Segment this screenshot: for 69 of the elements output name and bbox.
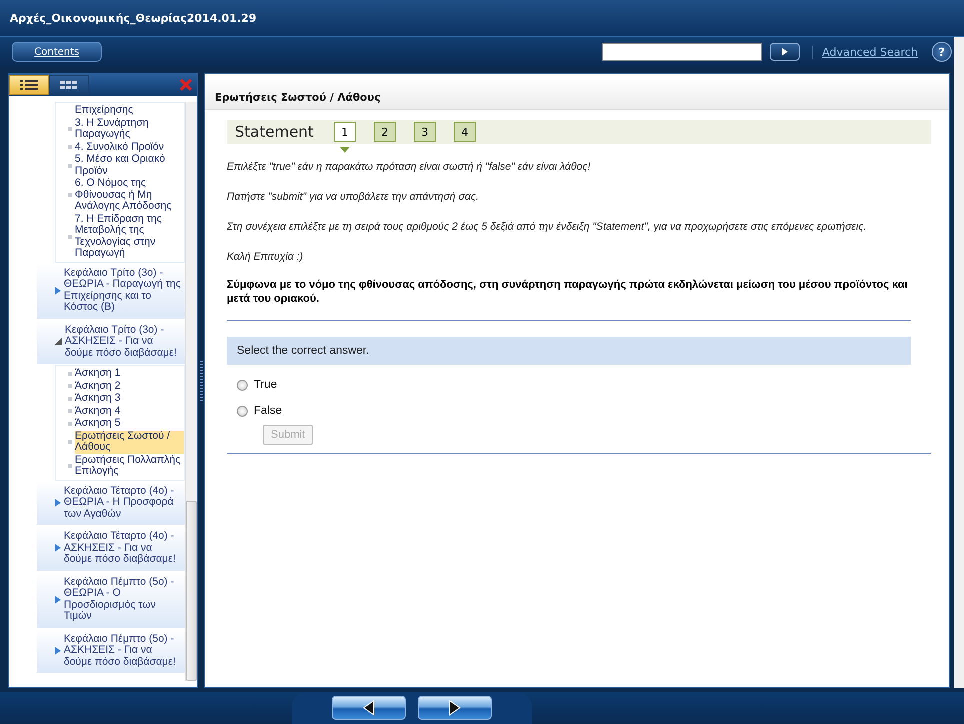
statement-tab[interactable]: 4	[454, 122, 476, 142]
topic-item[interactable]: Άσκηση 1	[75, 368, 184, 380]
scrollbar-thumb[interactable]	[186, 501, 197, 681]
splitter-grip[interactable]	[200, 360, 202, 400]
window-scrollbar[interactable]	[954, 37, 964, 688]
topic-item[interactable]: 3. Η Συνάρτηση Παραγωγής	[75, 118, 184, 140]
scrollbar[interactable]	[185, 102, 197, 681]
statement-tab[interactable]: 3	[414, 122, 436, 142]
topic-item[interactable]: Ερωτήσεις Σωστού / Λάθους	[75, 430, 184, 454]
topic-item[interactable]: Άσκηση 2	[75, 380, 184, 392]
contents-button[interactable]: Contents	[12, 42, 102, 62]
bullet-icon	[68, 234, 72, 238]
grid-icon	[60, 81, 78, 89]
chapter-label: Κεφάλαιο Πέμπτο (5ο) - ΑΣΚΗΣΕΙΣ - Για να δούμε πόσο διαβάσαμε!	[64, 634, 177, 668]
radio-button[interactable]	[237, 380, 248, 390]
bullet-icon	[68, 193, 72, 198]
list-icon	[20, 80, 38, 90]
bullet-icon	[68, 409, 72, 414]
help-button[interactable]: ?	[932, 42, 952, 62]
statement-text: Σύμφωνα με το νόμο της φθίνουσας απόδοσης, στη συνάρτηση παραγωγής πρώτα εκδηλώνεται μείωση του μέσου προϊόντος και μετά του οριακού.	[227, 278, 909, 306]
chapter-label: Κεφάλαιο Τρίτο (3ο) - ΑΣΚΗΣΕΙΣ - Για να δούμε πόσο διαβάσαμε!	[65, 324, 178, 359]
topic-item[interactable]: Άσκηση 4	[75, 406, 184, 417]
bullet-icon	[68, 372, 72, 376]
pointer-icon	[340, 147, 350, 153]
right-triangle-icon	[449, 700, 461, 716]
page-title: Ερωτήσεις Σωστού / Λάθους	[215, 92, 381, 104]
next-button[interactable]	[418, 696, 492, 720]
play-icon	[781, 48, 790, 56]
grid-view-tab[interactable]	[49, 75, 89, 95]
topic-item[interactable]: Ερωτήσεις Πολλαπλής Επιλογής	[75, 454, 184, 478]
previous-button[interactable]	[332, 696, 406, 720]
instruction-text: Πατήστε "submit" για να υποβάλετε την απάντησή σας.	[227, 190, 480, 204]
bullet-icon	[68, 145, 72, 150]
bullet-icon	[68, 164, 72, 168]
bullet-icon	[68, 127, 72, 131]
chapter-label: Κεφάλαιο Τέταρτο (4ο) - ΑΣΚΗΣΕΙΣ - Για να δούμε πόσο διαβάσαμε!	[64, 531, 177, 566]
topic-item[interactable]: Άσκηση 5	[75, 418, 184, 430]
option-label: True	[254, 379, 278, 391]
bullet-icon	[68, 422, 72, 426]
topic-item[interactable]: 7. Η Επίδραση της Μεταβολής της Τεχνολογίας στην Παραγωγή	[75, 214, 184, 260]
topic-item[interactable]: 6. Ο Νόμος της Φθίνουσας ή Μη Ανάλογης Απόδοσης	[75, 178, 184, 212]
topic-item[interactable]: 4. Συνολικό Προϊόν	[75, 142, 184, 153]
prompt-text: Select the correct answer.	[237, 345, 370, 357]
search-field[interactable]	[602, 43, 762, 61]
bullet-icon	[68, 440, 72, 444]
instruction-text: Καλή Επιτυχία :)	[227, 250, 304, 264]
bullet-icon	[68, 384, 72, 388]
chapter-label: Κεφάλαιο Τρίτο (3ο) - ΘΕΩΡΙΑ - Παραγωγή της Επιχείρησης και το Κόστος (Β)	[64, 268, 182, 314]
chapter-item[interactable]: Κεφάλαιο Τέταρτο (4ο) - ΘΕΩΡΙΑ - Η Προσφορά των Αγαθών	[37, 480, 185, 526]
chapter-item[interactable]: Κεφάλαιο Τρίτο (3ο) - ΘΕΩΡΙΑ - Παραγωγή της Επιχείρησης και το Κόστος (Β)	[37, 262, 185, 320]
statement-label: Statement	[235, 123, 314, 141]
left-triangle-icon	[363, 700, 375, 716]
close-icon[interactable]	[180, 79, 192, 91]
bullet-icon	[68, 396, 72, 401]
bullet-icon	[68, 464, 72, 468]
search-go-button[interactable]	[770, 43, 800, 61]
chapter-label: Κεφάλαιο Τέταρτο (4ο) - ΘΕΩΡΙΑ - Η Προσφορά των Αγαθών	[64, 486, 176, 520]
advanced-search-link[interactable]: Advanced Search	[812, 46, 918, 58]
instruction-text: Επιλέξτε "true" εάν η παρακάτω πρόταση είναι σωστή ή "false" εάν είναι λάθος!	[227, 160, 592, 174]
topic-item[interactable]: Επιχείρησης	[75, 105, 184, 116]
chapter-label: Κεφάλαιο Πέμπτο (5ο) - ΘΕΩΡΙΑ - Ο Προσδιορισμός των Τιμών	[64, 576, 176, 622]
option-label: False	[254, 405, 282, 417]
topic-item[interactable]: 5. Μέσο και Οριακό Προϊόν	[75, 154, 184, 177]
statement-tab[interactable]: 2	[374, 122, 396, 142]
radio-button[interactable]	[237, 406, 248, 416]
instruction-text: Στη συνέχεια επιλέξτε με τη σειρά τους αριθμούς 2 έως 5 δεξιά από την ένδειξη "Statement", για να προχωρήσετε στις επόμενες ερωτήσεις.	[227, 220, 868, 234]
topic-item[interactable]: Άσκηση 3	[75, 393, 184, 404]
list-view-tab[interactable]	[9, 75, 49, 95]
window-title: Αρχές_Οικονομικής_Θεωρίας2014.01.29	[10, 12, 257, 24]
